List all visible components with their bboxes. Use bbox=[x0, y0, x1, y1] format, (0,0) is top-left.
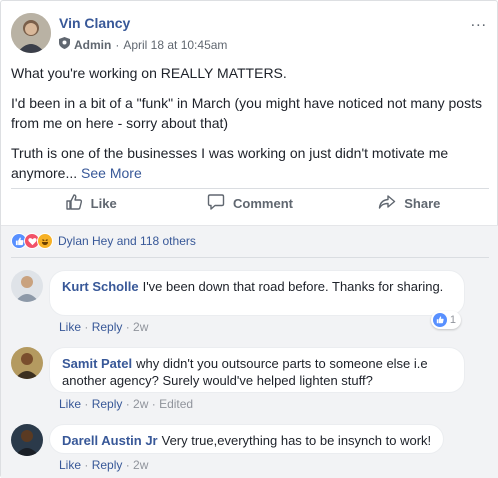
comment-text: Very true,everything has to be insynch t… bbox=[161, 433, 432, 448]
admin-badge: Admin bbox=[74, 37, 112, 52]
comment-reaction-badge[interactable]: 1 bbox=[430, 311, 461, 329]
share-label: Share bbox=[404, 196, 441, 211]
post-paragraph: What you're working on REALLY MATTERS. bbox=[11, 65, 287, 81]
see-more-link[interactable]: See More bbox=[81, 165, 142, 181]
post-paragraph: I'd been in a bit of a "funk" in March (… bbox=[11, 95, 482, 131]
post-card: Vin Clancy Admin · April 18 at 10:45am .… bbox=[0, 0, 498, 478]
commenter-name[interactable]: Samit Patel bbox=[62, 356, 132, 371]
comment-item: Kurt Scholle I've been down that road bef… bbox=[11, 270, 489, 336]
post-paragraph: Truth is one of the businesses I was wor… bbox=[11, 143, 487, 183]
comment-like-link[interactable]: Like bbox=[59, 397, 81, 411]
comment-reply-link[interactable]: Reply bbox=[92, 397, 123, 411]
comment-item: Samit Patel why didn't you outsource part… bbox=[11, 347, 489, 413]
reaction-count: 1 bbox=[449, 314, 456, 326]
comment-time[interactable]: 2w bbox=[133, 458, 148, 472]
like-reaction-icon bbox=[432, 313, 447, 327]
like-label: Like bbox=[90, 196, 117, 211]
commenter-avatar[interactable] bbox=[11, 424, 43, 456]
comment-button[interactable]: Comment bbox=[170, 189, 329, 219]
meta-separator: · bbox=[115, 37, 120, 52]
comment-links: Like · Reply · 2w bbox=[59, 320, 149, 334]
comment-bubble: Darell Austin Jr Very true,everything has… bbox=[49, 424, 445, 454]
author-avatar[interactable] bbox=[11, 13, 51, 53]
post-paragraph-text: Truth is one of the businesses I was wor… bbox=[11, 145, 449, 181]
comment-like-link[interactable]: Like bbox=[59, 458, 81, 472]
comment-text: I've been down that road before. Thanks … bbox=[142, 279, 444, 294]
commenter-name[interactable]: Kurt Scholle bbox=[62, 279, 139, 294]
comment-bubble: Kurt Scholle I've been down that road bef… bbox=[49, 270, 465, 316]
comment-reply-link[interactable]: Reply bbox=[92, 458, 123, 472]
commenter-name[interactable]: Darell Austin Jr bbox=[62, 433, 158, 448]
comment-bubble: Samit Patel why didn't you outsource part… bbox=[49, 347, 465, 393]
comment-time[interactable]: 2w bbox=[133, 397, 148, 411]
comment-icon bbox=[207, 193, 225, 214]
post-date[interactable]: April 18 at 10:45am bbox=[123, 38, 227, 52]
shield-icon bbox=[59, 37, 70, 52]
comment-item: Darell Austin Jr Very true,everything has… bbox=[11, 424, 489, 474]
reactions-divider bbox=[11, 257, 489, 258]
share-icon bbox=[378, 193, 396, 214]
comment-edited[interactable]: Edited bbox=[159, 397, 193, 411]
post-meta: Admin · April 18 at 10:45am bbox=[59, 37, 227, 52]
haha-reaction-icon bbox=[37, 233, 53, 249]
post-body: What you're working on REALLY MATTERS. I… bbox=[11, 63, 487, 193]
more-options-icon[interactable]: ... bbox=[471, 13, 487, 31]
comment-reply-link[interactable]: Reply bbox=[92, 320, 123, 334]
comment-like-link[interactable]: Like bbox=[59, 320, 81, 334]
comment-label: Comment bbox=[233, 196, 293, 211]
comment-links: Like · Reply · 2w bbox=[59, 458, 149, 472]
commenter-avatar[interactable] bbox=[11, 347, 43, 379]
commenter-avatar[interactable] bbox=[11, 270, 43, 302]
like-button[interactable]: Like bbox=[11, 189, 170, 219]
post-actions: Like Comment Share bbox=[11, 188, 489, 218]
thumbs-up-icon bbox=[65, 193, 83, 214]
reactions-text: Dylan Hey and 118 others bbox=[58, 234, 196, 248]
author-name[interactable]: Vin Clancy bbox=[59, 15, 130, 31]
comment-time[interactable]: 2w bbox=[133, 320, 148, 334]
post-header: Vin Clancy Admin · April 18 at 10:45am .… bbox=[11, 13, 489, 57]
reactions-summary[interactable]: Dylan Hey and 118 others bbox=[11, 233, 196, 249]
share-button[interactable]: Share bbox=[330, 189, 489, 219]
comment-links: Like · Reply · 2w · Edited bbox=[59, 397, 194, 411]
